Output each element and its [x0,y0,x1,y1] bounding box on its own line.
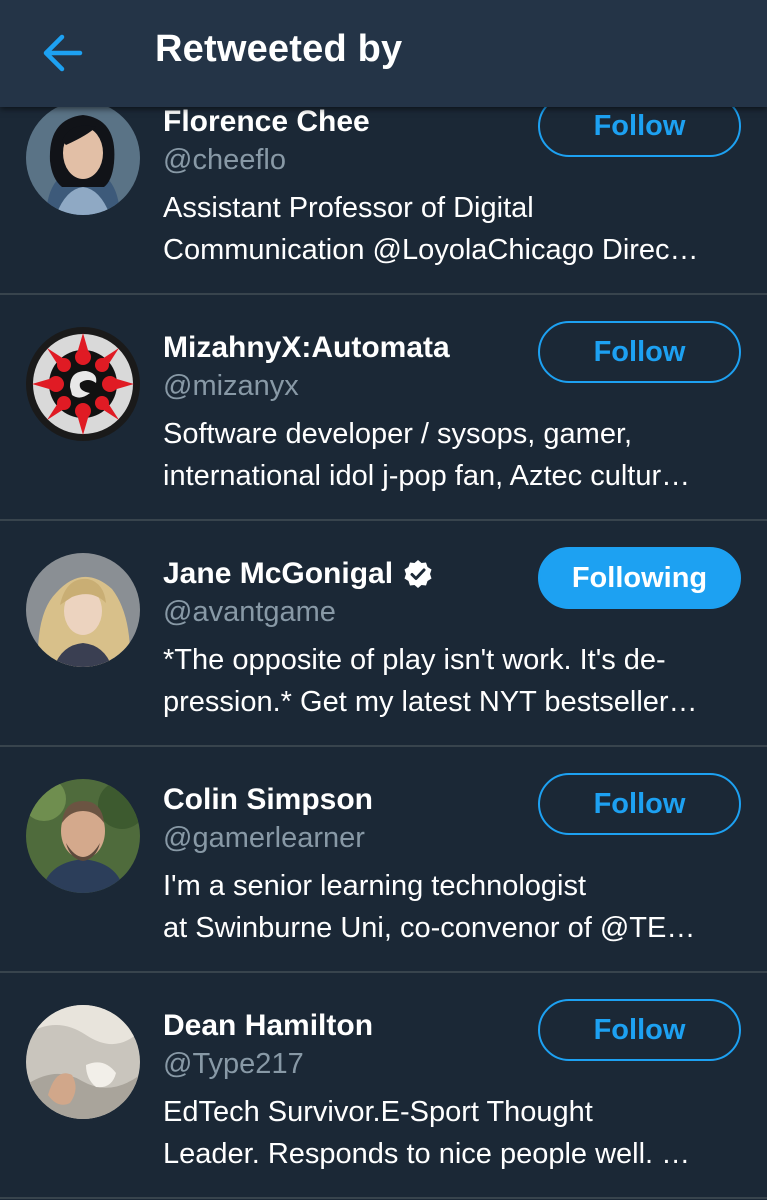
top-app-bar: Retweeted by [0,0,767,107]
user-name: Dean Hamilton [163,1009,374,1042]
bio-line: *The opposite of play isn't work. It's d… [163,644,666,676]
bio-line: international idol j-pop fan, Aztec cult… [163,460,691,492]
user-row[interactable]: MizahnyX:Automata @mizanyx Software deve… [0,295,767,521]
user-handle: @cheeflo [163,144,286,176]
avatar[interactable] [26,1005,140,1119]
user-name: MizahnyX:Automata [163,331,450,364]
user-bio: I'm a senior learning technologist at Sw… [163,865,743,949]
follow-button[interactable]: Follow [538,999,741,1061]
bio-line: EdTech Survivor.E-Sport Thought [163,1096,593,1128]
retweeters-list: Florence Chee @cheeflo Assistant Profess… [0,69,767,1199]
follow-button[interactable]: Follow [538,321,741,383]
user-row[interactable]: Dean Hamilton @Type217 EdTech Survivor.E… [0,973,767,1199]
avatar[interactable] [26,553,140,667]
user-row[interactable]: Colin Simpson @gamerlearner I'm a senior… [0,747,767,973]
follow-button[interactable]: Follow [538,773,741,835]
user-handle: @gamerlearner [163,822,365,854]
page-title: Retweeted by [155,28,403,70]
back-button[interactable] [30,26,94,80]
verified-badge-icon [404,560,432,588]
bio-line: pression.* Get my latest NYT bestseller… [163,686,698,718]
user-bio: Software developer / sysops, gamer, inte… [163,413,743,497]
avatar[interactable] [26,779,140,893]
bio-line: Assistant Professor of Digital [163,192,534,224]
user-bio: *The opposite of play isn't work. It's d… [163,639,743,723]
bio-line: Software developer / sysops, gamer, [163,418,633,450]
avatar[interactable] [26,327,140,441]
bio-line: Communication @LoyolaChicago Direc… [163,234,699,266]
user-bio: Assistant Professor of Digital Communica… [163,187,743,271]
user-handle: @mizanyx [163,370,299,402]
bio-line: I'm a senior learning technologist [163,870,587,902]
avatar[interactable] [26,101,140,215]
bio-line: Leader. Responds to nice people well. … [163,1138,691,1170]
user-bio: EdTech Survivor.E-Sport Thought Leader. … [163,1091,743,1175]
user-handle: @avantgame [163,596,336,628]
user-handle: @Type217 [163,1048,304,1080]
user-name: Florence Chee [163,105,370,138]
user-row[interactable]: Jane McGonigal @avantgame *The opposite … [0,521,767,747]
user-name: Jane McGonigal [163,557,394,590]
following-button[interactable]: Following [538,547,741,609]
user-name: Colin Simpson [163,783,373,816]
arrow-left-icon [43,34,83,72]
bio-line: at Swinburne Uni, co-convenor of @TE… [163,912,696,944]
